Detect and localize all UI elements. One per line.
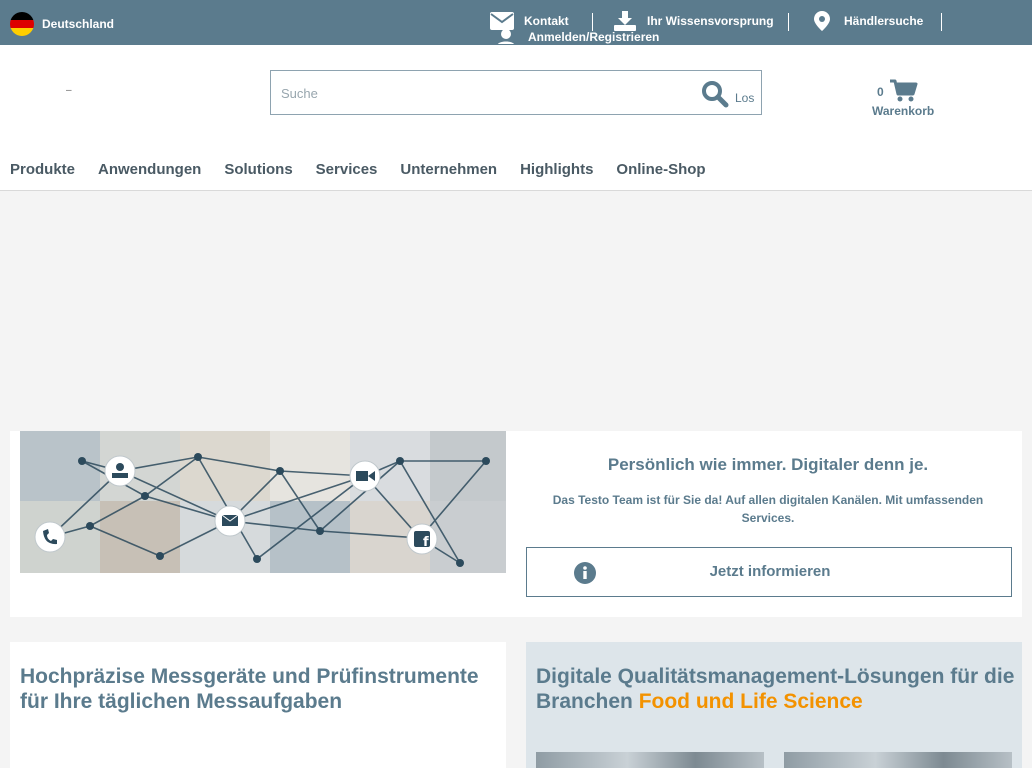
contact-label: Kontakt — [524, 14, 569, 28]
measuring-instruments-title: Hochpräzise Messgeräte und Prüfinstrumen… — [20, 665, 479, 713]
user-icon — [494, 30, 518, 44]
quality-management-card[interactable]: Digitale Qualitätsmanagement-Lösungen fü… — [526, 642, 1022, 768]
contact-link[interactable]: Kontakt — [490, 11, 569, 31]
quality-management-highlight: Food und Life Science — [638, 690, 863, 713]
nav-item-solutions[interactable]: Solutions — [224, 161, 292, 178]
cart-label: Warenkorb — [872, 104, 935, 118]
search-icon[interactable] — [701, 80, 729, 108]
learn-more-label: Jetzt informieren — [709, 563, 831, 580]
digital-services-teaser: f Persönlich wie immer. Digitaler denn j… — [10, 431, 1022, 617]
dealer-link[interactable]: Händlersuche — [810, 11, 923, 31]
cart-icon — [890, 79, 918, 103]
site-header: – Los 0 Warenkorb Produkte Anwendungen S… — [0, 45, 1032, 191]
login-label: Anmelden/Registrieren — [528, 30, 660, 44]
germany-flag-icon — [10, 12, 34, 36]
nav-item-highlights[interactable]: Highlights — [520, 161, 593, 178]
nav-item-products[interactable]: Produkte — [10, 161, 75, 178]
main-navigation: Produkte Anwendungen Solutions Services … — [10, 161, 729, 178]
map-pin-icon — [810, 11, 834, 31]
network-collage-image: f — [20, 431, 506, 573]
life-science-thumbnail-image[interactable] — [784, 752, 1012, 768]
teaser-title: Persönlich wie immer. Digitaler denn je. — [607, 455, 929, 474]
learn-more-button[interactable]: Jetzt informieren — [526, 547, 1012, 597]
nav-item-services[interactable]: Services — [316, 161, 378, 178]
teaser-text: Das Testo Team ist für Sie da! Auf allen… — [552, 493, 984, 525]
top-bar: Deutschland Kontakt Ihr Wissensvorsprung… — [0, 0, 1032, 45]
nav-item-company[interactable]: Unternehmen — [400, 161, 497, 178]
measuring-instruments-card[interactable]: Hochpräzise Messgeräte und Prüfinstrumen… — [10, 642, 506, 768]
cart-count: 0 — [877, 85, 884, 99]
food-thumbnail-image[interactable] — [536, 752, 764, 768]
knowledge-link[interactable]: Ihr Wissensvorsprung — [613, 11, 774, 31]
login-link[interactable]: Anmelden/Registrieren — [494, 30, 659, 44]
search-box: Los — [270, 70, 762, 115]
knowledge-label: Ihr Wissensvorsprung — [647, 14, 774, 28]
topbar-divider — [941, 13, 942, 31]
search-submit-button[interactable]: Los — [735, 91, 754, 105]
logo[interactable]: – — [66, 85, 72, 96]
country-selector[interactable]: Deutschland — [10, 12, 114, 36]
quality-management-title: Digitale Qualitätsmanagement-Lösungen fü… — [536, 664, 1016, 714]
svg-text:f: f — [423, 535, 429, 550]
search-input[interactable] — [281, 83, 681, 103]
nav-item-online-shop[interactable]: Online-Shop — [616, 161, 705, 178]
dealer-label: Händlersuche — [844, 14, 924, 28]
country-label: Deutschland — [42, 17, 115, 31]
topbar-divider — [592, 13, 593, 31]
nav-item-applications[interactable]: Anwendungen — [98, 161, 201, 178]
topbar-divider — [788, 13, 789, 31]
envelope-icon — [490, 11, 514, 31]
download-icon — [613, 11, 637, 31]
